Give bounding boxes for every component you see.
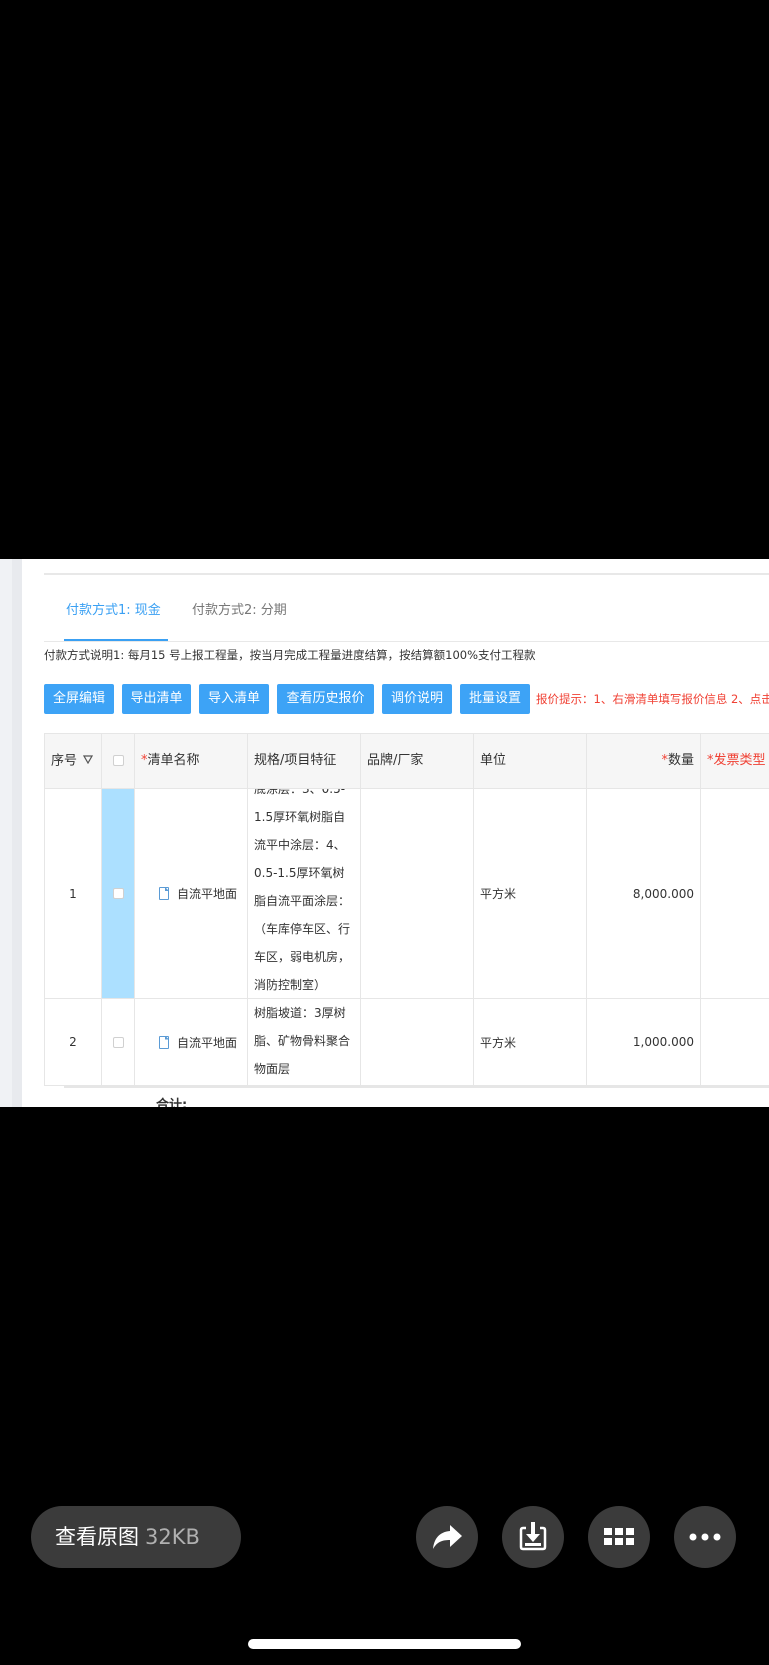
header-name: *清单名称 (135, 734, 248, 788)
table-row[interactable]: 1 自流平地面 底涂层：3、0.5-1.5厚环氧树脂自流平中涂层：4、0.5-1… (45, 789, 769, 999)
table-header: 序号 *清单名称 规格/项目特征 品牌/厂家 单位 *数量 *发票类型 (45, 734, 769, 789)
price-adjust-note-button[interactable]: 调价说明 (382, 684, 452, 714)
export-list-button[interactable]: 导出清单 (122, 684, 191, 714)
row-select-cell[interactable] (102, 999, 135, 1085)
header-invoice-type: *发票类型 (701, 734, 769, 788)
document-icon (159, 1035, 169, 1049)
row-spec: 树脂坡道：3厚树脂、矿物骨料聚合物面层 (254, 1006, 351, 1076)
view-original-button[interactable]: 查看原图 32KB (31, 1506, 241, 1568)
screenshot-content: 付款方式1: 现金 付款方式2: 分期 付款方式说明1: 每月15 号上报工程量… (0, 559, 769, 1107)
header-seq[interactable]: 序号 (45, 734, 102, 788)
divider (64, 1086, 769, 1088)
row-brand-cell[interactable] (361, 789, 474, 998)
home-indicator[interactable] (248, 1639, 521, 1649)
row-qty: 1,000.000 (587, 999, 701, 1085)
row-invoice-type-cell[interactable] (701, 789, 769, 998)
batch-settings-button[interactable]: 批量设置 (460, 684, 530, 714)
row-unit: 平方米 (474, 789, 587, 998)
payment-description: 付款方式说明1: 每月15 号上报工程量，按当月完成工程量进度结算，按结算额10… (44, 648, 536, 662)
document-icon (159, 887, 169, 900)
share-button[interactable] (416, 1506, 478, 1568)
row-spec: 底涂层：3、0.5-1.5厚环氧树脂自流平中涂层：4、0.5-1.5厚环氧树脂自… (254, 789, 351, 992)
row-spec-cell: 底涂层：3、0.5-1.5厚环氧树脂自流平中涂层：4、0.5-1.5厚环氧树脂自… (248, 789, 361, 998)
row-invoice-type-cell[interactable] (701, 999, 769, 1085)
table-row[interactable]: 2 自流平地面 树脂坡道：3厚树脂、矿物骨料聚合物面层 平方米 1,000.00… (45, 999, 769, 1086)
header-select-all[interactable] (102, 734, 135, 788)
payment-tabs: 付款方式1: 现金 付款方式2: 分期 (44, 591, 769, 642)
left-strip (0, 559, 22, 1107)
row-checkbox[interactable] (112, 1036, 124, 1048)
toolbar: 全屏编辑 导出清单 导入清单 查看历史报价 调价说明 批量设置 报价提示：1、右… (44, 684, 769, 714)
grid-button[interactable] (588, 1506, 650, 1568)
total-label: 合计: (156, 1098, 188, 1107)
bill-table: 序号 *清单名称 规格/项目特征 品牌/厂家 单位 *数量 *发票类型 1 自流… (44, 733, 769, 1086)
image-viewer: 付款方式1: 现金 付款方式2: 分期 付款方式说明1: 每月15 号上报工程量… (0, 0, 769, 1665)
file-size: 32KB (145, 1525, 200, 1549)
quote-hint: 报价提示：1、右滑清单填写报价信息 2、点击 (536, 692, 769, 706)
select-all-checkbox[interactable] (112, 755, 124, 766)
header-brand: 品牌/厂家 (361, 734, 474, 788)
view-history-quotes-button[interactable]: 查看历史报价 (277, 684, 374, 714)
row-unit: 平方米 (474, 999, 587, 1085)
view-original-label: 查看原图 (55, 1525, 139, 1549)
row-brand-cell[interactable] (361, 999, 474, 1085)
row-checkbox[interactable] (112, 888, 124, 899)
save-button[interactable] (502, 1506, 564, 1568)
row-select-cell[interactable] (102, 789, 135, 998)
divider (44, 573, 769, 575)
row-spec-cell: 树脂坡道：3厚树脂、矿物骨料聚合物面层 (248, 999, 361, 1085)
row-name-cell[interactable]: 自流平地面 (135, 789, 248, 998)
more-button[interactable] (674, 1506, 736, 1568)
sort-down-icon[interactable] (83, 734, 94, 788)
row-qty: 8,000.000 (587, 789, 701, 998)
fullscreen-edit-button[interactable]: 全屏编辑 (44, 684, 114, 714)
tab-payment-cash[interactable]: 付款方式1: 现金 (64, 591, 168, 641)
row-seq: 1 (45, 789, 102, 998)
header-spec: 规格/项目特征 (248, 734, 361, 788)
tab-payment-installment[interactable]: 付款方式2: 分期 (192, 591, 302, 631)
import-list-button[interactable]: 导入清单 (199, 684, 269, 714)
row-seq: 2 (45, 999, 102, 1085)
row-name: 自流平地面 (177, 1035, 238, 1050)
row-name-cell[interactable]: 自流平地面 (135, 999, 248, 1085)
row-name: 自流平地面 (177, 887, 238, 901)
header-unit: 单位 (474, 734, 587, 788)
header-qty: *数量 (587, 734, 701, 788)
